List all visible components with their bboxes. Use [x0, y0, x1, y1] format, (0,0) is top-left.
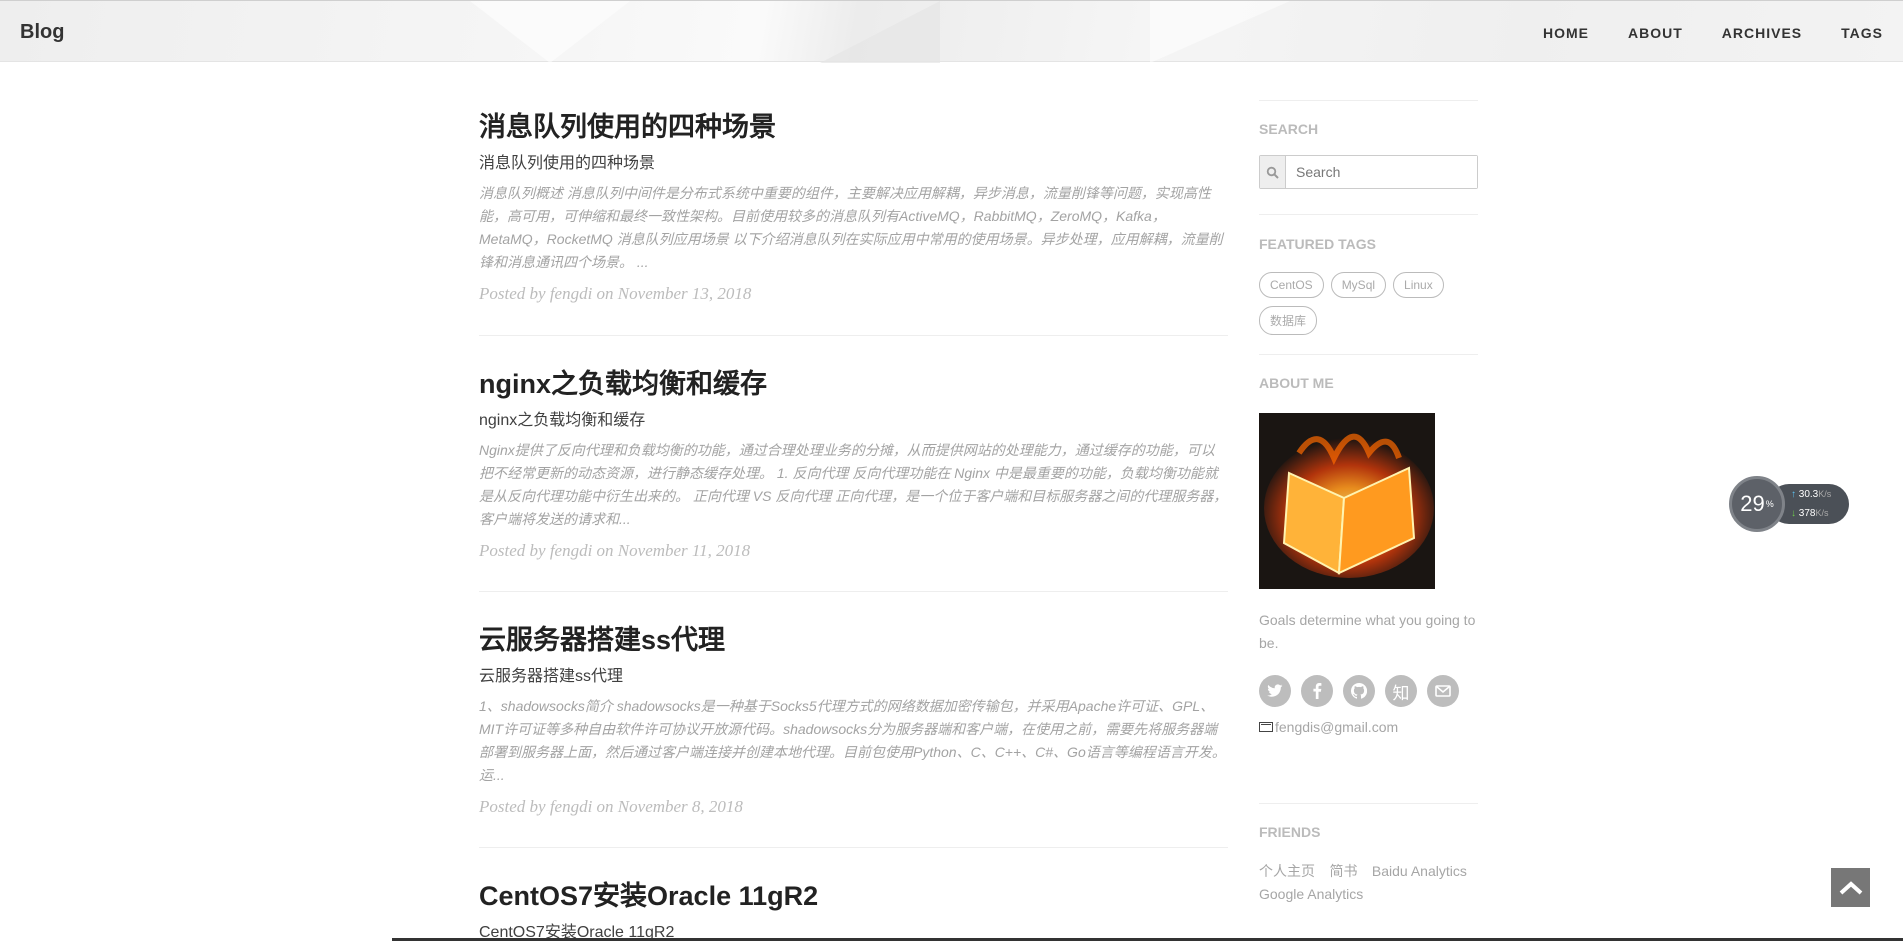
email-text[interactable]: fengdis@gmail.com: [1275, 719, 1398, 735]
post-preview: nginx之负载均衡和缓存 nginx之负载均衡和缓存 Nginx提供了反向代理…: [479, 367, 1228, 592]
brand-link[interactable]: Blog: [20, 21, 64, 44]
post-excerpt[interactable]: Nginx提供了反向代理和负载均衡的功能，通过合理处理业务的分摊，从而提供网站的…: [479, 439, 1228, 531]
usage-gauge: 29%: [1729, 476, 1785, 532]
chevron-up-icon: [1839, 880, 1862, 894]
post-meta: Posted by fengdi on November 13, 2018: [479, 284, 752, 303]
avatar: [1259, 413, 1435, 589]
nav-home[interactable]: HOME: [1543, 25, 1589, 41]
navbar-decor: [820, 1, 940, 63]
post-subtitle[interactable]: 消息队列使用的四种场景: [479, 154, 1228, 174]
mail-icon[interactable]: [1427, 675, 1459, 707]
zhihu-icon[interactable]: 知: [1385, 675, 1417, 707]
tag-mysql[interactable]: MySql: [1330, 272, 1387, 298]
navbar-decor: [1150, 1, 1290, 63]
post-meta: Posted by fengdi on November 8, 2018: [479, 797, 743, 816]
tag-linux[interactable]: Linux: [1393, 272, 1444, 298]
search-section: SEARCH: [1259, 100, 1478, 214]
friend-link[interactable]: Google Analytics: [1259, 886, 1363, 902]
upload-unit: K/s: [1818, 489, 1832, 499]
friends-section: FRIENDS 个人主页 简书 Baidu Analytics Google A…: [1259, 803, 1478, 906]
email-contact: fengdis@gmail.com: [1259, 719, 1478, 735]
tag-database[interactable]: 数据库: [1259, 306, 1318, 335]
post-list: 消息队列使用的四种场景 消息队列使用的四种场景 消息队列概述 消息队列中间件是分…: [479, 110, 1228, 941]
upload-value: 30.3: [1798, 489, 1819, 500]
back-to-top-button[interactable]: [1830, 867, 1871, 908]
nav-tags[interactable]: TAGS: [1841, 25, 1883, 41]
sidebar: SEARCH FEATURED TAGS CentOSMySqlLinux 数据库…: [1259, 100, 1478, 906]
navbar: Blog HOME ABOUT ARCHIVES TAGS: [0, 0, 1903, 63]
download-arrow-icon: ↓: [1791, 508, 1796, 519]
twitter-icon[interactable]: [1259, 675, 1291, 707]
network-speed-widget[interactable]: 29% ↑ 30.3K/s ↓ 378K/s: [1729, 476, 1849, 532]
facebook-icon[interactable]: [1301, 675, 1333, 707]
post-subtitle[interactable]: 云服务器搭建ss代理: [479, 667, 1228, 687]
github-icon[interactable]: [1343, 675, 1375, 707]
featured-tags-section: FEATURED TAGS CentOS MySql Linux 数据库: [1259, 214, 1478, 354]
social-links: 知: [1259, 675, 1478, 715]
tag-list: CentOS MySql Linux 数据库: [1259, 272, 1478, 343]
post-title[interactable]: 消息队列使用的四种场景: [479, 110, 1228, 144]
download-speed: ↓ 378K/s: [1791, 508, 1828, 519]
post-preview: CentOS7安装Oracle 11gR2 CentOS7安装Oracle 11…: [479, 879, 1228, 941]
nav-archives[interactable]: ARCHIVES: [1722, 25, 1802, 41]
post-excerpt[interactable]: 1、shadowsocks简介 shadowsocks是一种基于Socks5代理…: [479, 695, 1228, 787]
usage-percent: 29: [1740, 491, 1765, 516]
upload-arrow-icon: ↑: [1791, 489, 1796, 500]
post-title[interactable]: nginx之负载均衡和缓存: [479, 367, 1228, 401]
about-goals: Goals determine what you going to be.: [1259, 612, 1476, 651]
post-preview: 消息队列使用的四种场景 消息队列使用的四种场景 消息队列概述 消息队列中间件是分…: [479, 110, 1228, 336]
friend-link[interactable]: Baidu Analytics: [1372, 863, 1467, 879]
search-icon[interactable]: [1260, 156, 1286, 188]
about-me-title: ABOUT ME: [1259, 375, 1334, 391]
download-unit: K/s: [1815, 508, 1829, 518]
post-meta: Posted by fengdi on November 11, 2018: [479, 541, 751, 560]
friend-link[interactable]: 个人主页: [1259, 863, 1315, 879]
navbar-decor: [470, 1, 630, 63]
post-title[interactable]: 云服务器搭建ss代理: [479, 623, 1228, 657]
friends-links: 个人主页 简书 Baidu Analytics Google Analytics: [1259, 860, 1478, 906]
upload-speed: ↑ 30.3K/s: [1791, 489, 1831, 500]
search-title: SEARCH: [1259, 121, 1319, 137]
post-title[interactable]: CentOS7安装Oracle 11gR2: [479, 879, 1228, 913]
friend-link[interactable]: 简书: [1329, 863, 1357, 879]
post-excerpt[interactable]: 消息队列概述 消息队列中间件是分布式系统中重要的组件，主要解决应用解耦，异步消息…: [479, 182, 1228, 274]
tag-centos[interactable]: CentOS: [1259, 272, 1324, 298]
usage-percent-unit: %: [1765, 499, 1774, 509]
envelope-icon: [1259, 722, 1273, 732]
friends-title: FRIENDS: [1259, 824, 1321, 840]
post-preview: 云服务器搭建ss代理 云服务器搭建ss代理 1、shadowsocks简介 sh…: [479, 623, 1228, 848]
search-input[interactable]: [1286, 156, 1477, 188]
about-me-section: ABOUT ME Goals determine what you going …: [1259, 354, 1478, 803]
search-box: [1259, 155, 1478, 189]
post-subtitle[interactable]: nginx之负载均衡和缓存: [479, 411, 1228, 431]
featured-tags-title: FEATURED TAGS: [1259, 236, 1376, 252]
nav-about[interactable]: ABOUT: [1628, 25, 1683, 41]
download-value: 378: [1798, 508, 1816, 519]
nav-links: HOME ABOUT ARCHIVES TAGS: [1504, 25, 1883, 41]
